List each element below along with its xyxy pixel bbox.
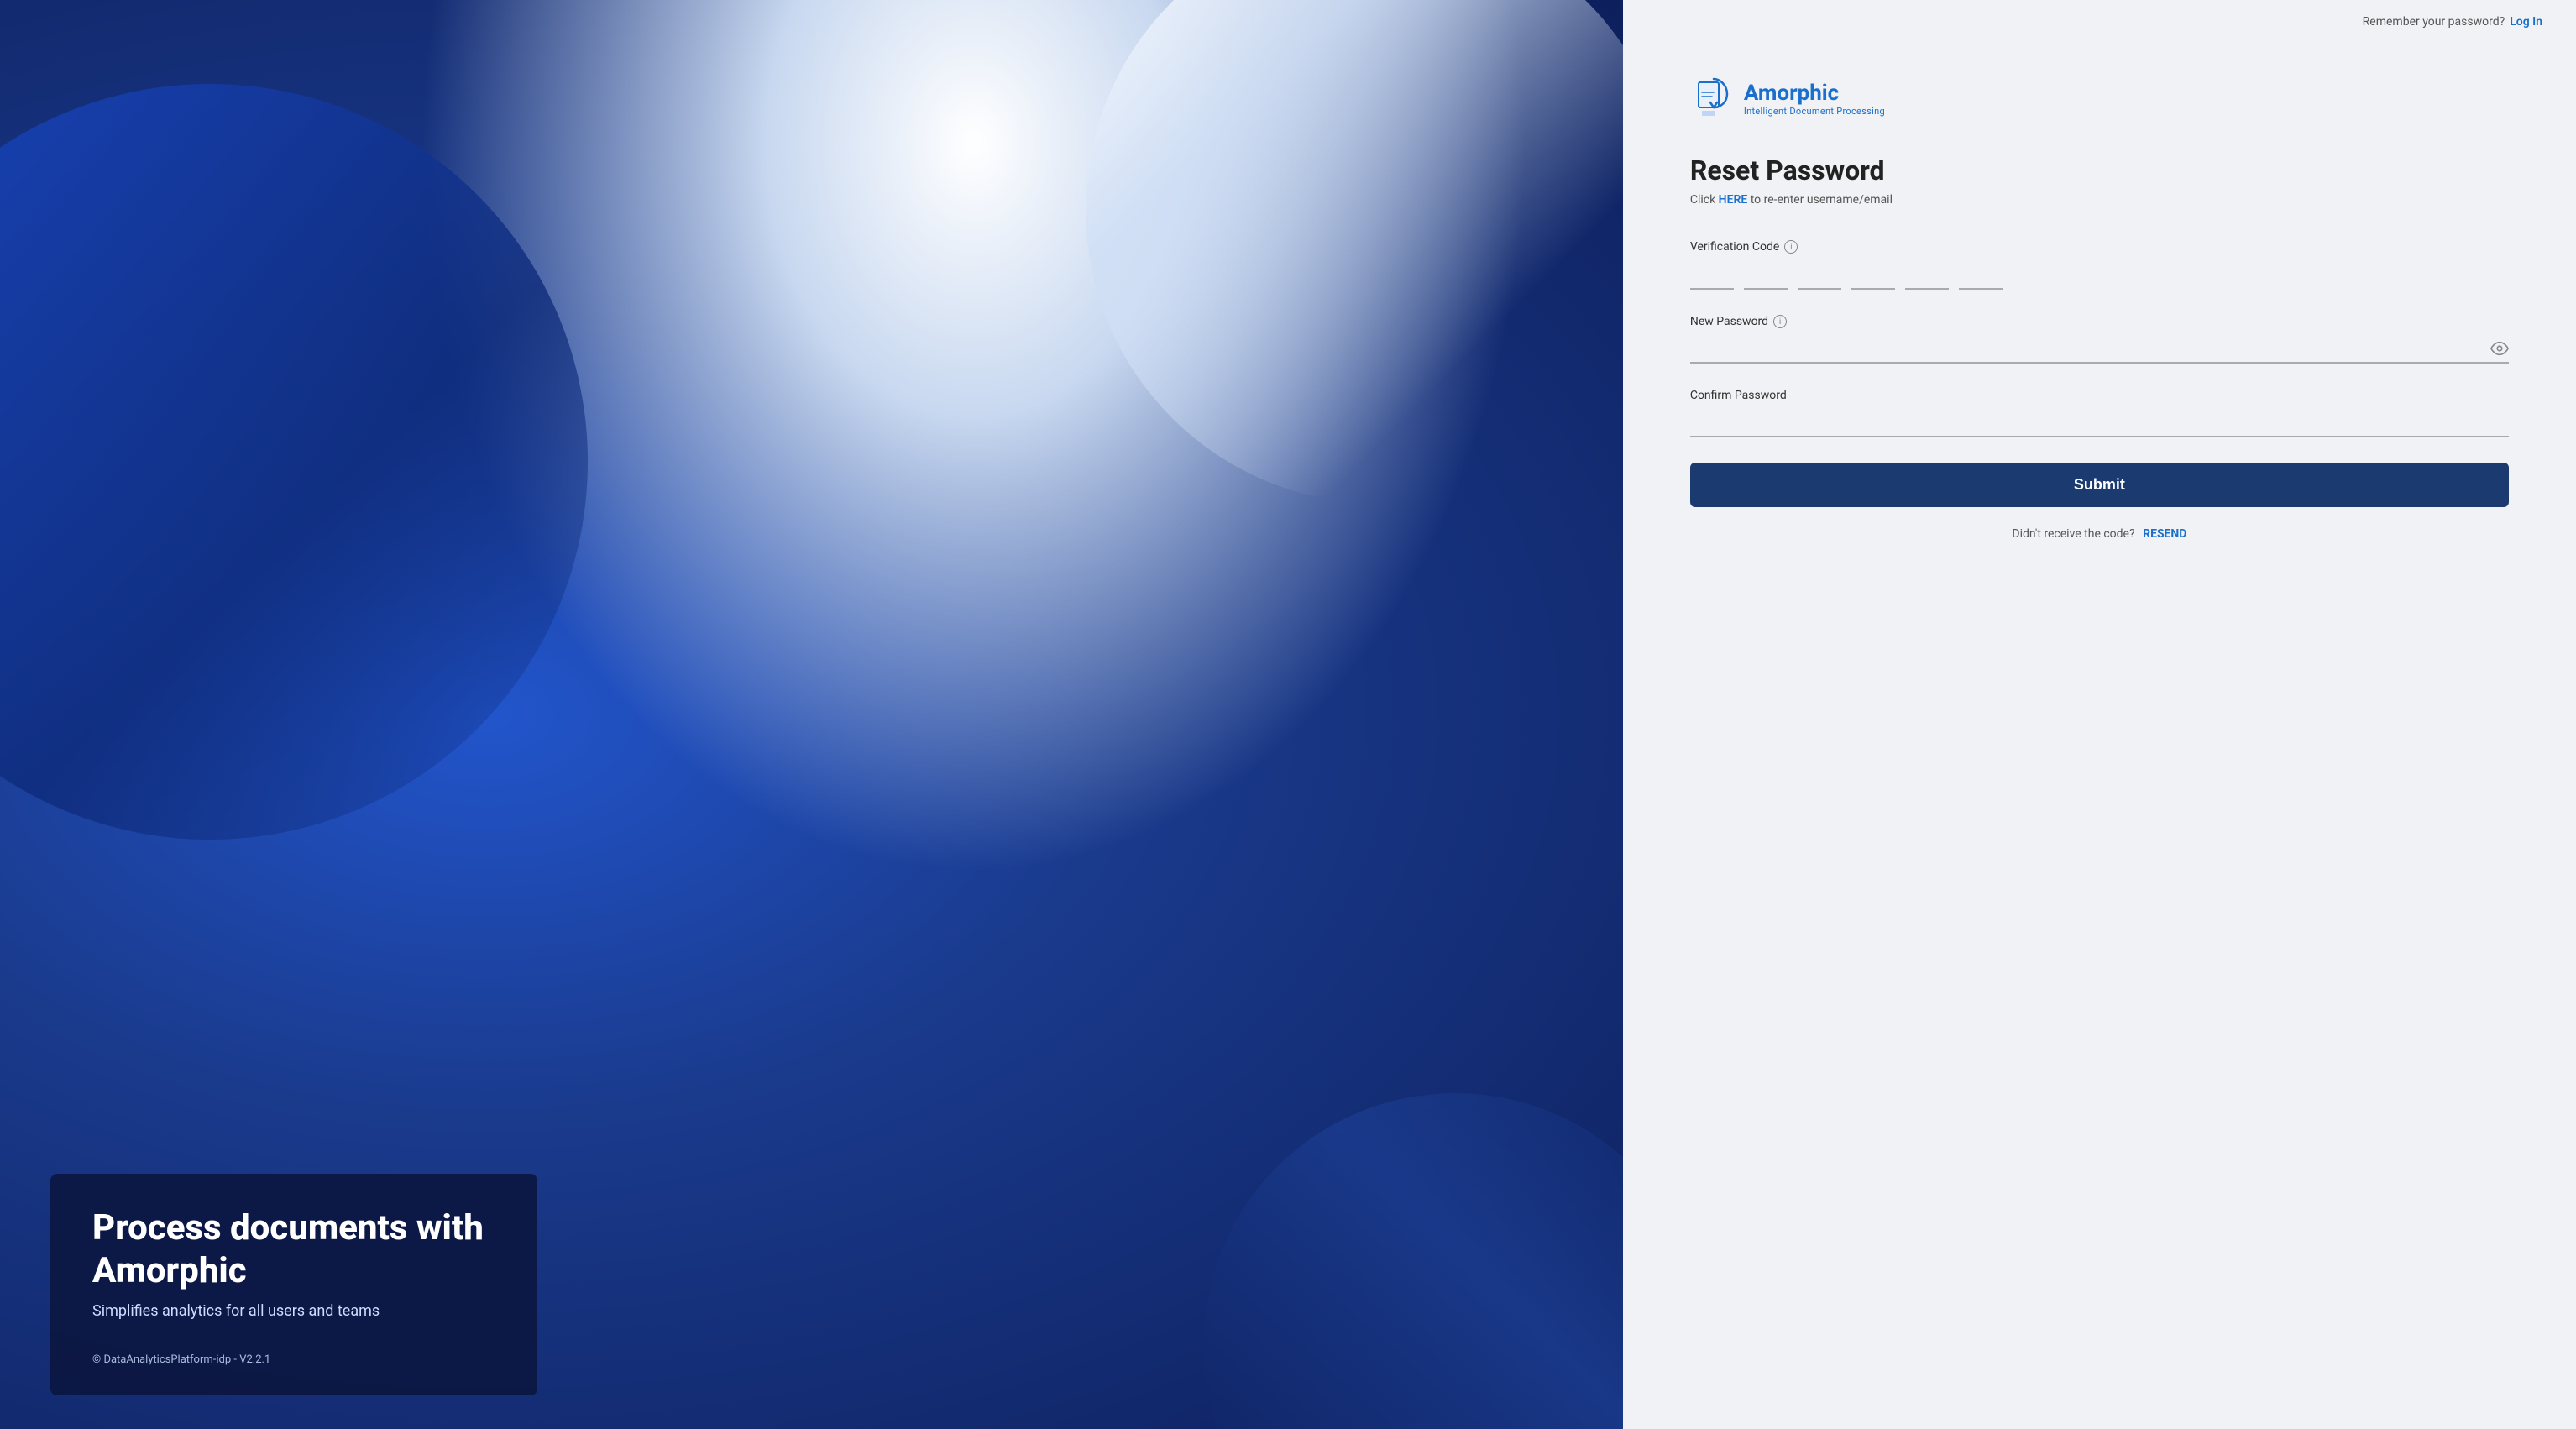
resend-link[interactable]: RESEND [2143,527,2186,541]
form-container: Amorphic Intelligent Document Processing… [1623,44,2576,1429]
subtitle-post: to re-enter username/email [1747,193,1893,207]
verification-digit-3[interactable] [1798,262,1841,290]
verification-digit-1[interactable] [1690,262,1734,290]
new-password-group: New Password i [1690,315,2509,364]
login-link[interactable]: Log In [2510,15,2542,29]
page-title: Reset Password [1690,154,2509,186]
verification-label: Verification Code i [1690,240,2509,254]
left-panel: Process documents with Amorphic Simplifi… [0,0,1623,1429]
new-password-label: New Password i [1690,315,2509,328]
verification-digit-6[interactable] [1959,262,2003,290]
submit-button[interactable]: Submit [1690,463,2509,507]
verification-digit-2[interactable] [1744,262,1788,290]
brand-tagline: Intelligent Document Processing [1744,106,1885,117]
version-text: © DataAnalyticsPlatform-idp - V2.2.1 [92,1353,495,1366]
hero-headline: Process documents with Amorphic [92,1207,495,1292]
verification-digit-5[interactable] [1905,262,1949,290]
verification-info-icon[interactable]: i [1784,240,1798,254]
brand-name: Amorphic [1744,81,1885,106]
new-password-wrapper [1690,337,2509,364]
right-panel: Remember your password? Log In Amorphic … [1623,0,2576,1429]
confirm-password-group: Confirm Password [1690,389,2509,437]
amorphic-logo-icon [1690,77,1734,121]
hero-subtitle: Simplifies analytics for all users and t… [92,1302,495,1320]
subtitle: Click HERE to re-enter username/email [1690,193,2509,207]
verification-digit-4[interactable] [1851,262,1895,290]
confirm-password-wrapper [1690,411,2509,437]
here-link[interactable]: HERE [1719,193,1748,207]
hero-box: Process documents with Amorphic Simplifi… [50,1174,537,1395]
confirm-password-label: Confirm Password [1690,389,2509,402]
new-password-info-icon[interactable]: i [1773,315,1787,328]
resend-pre: Didn't receive the code? [2012,527,2134,541]
verification-inputs [1690,262,2509,290]
logo-text: Amorphic Intelligent Document Processing [1744,81,1885,117]
new-password-input[interactable] [1690,337,2509,364]
confirm-password-input[interactable] [1690,411,2509,437]
remember-text: Remember your password? [2363,15,2505,29]
verification-code-group: Verification Code i [1690,240,2509,290]
logo-area: Amorphic Intelligent Document Processing [1690,77,2509,121]
toggle-password-icon[interactable] [2490,339,2509,361]
top-bar: Remember your password? Log In [1623,0,2576,44]
resend-row: Didn't receive the code? RESEND [1690,527,2509,541]
subtitle-pre: Click [1690,193,1719,207]
